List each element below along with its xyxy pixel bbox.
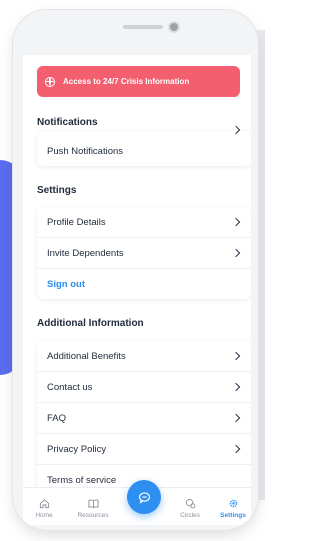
profile-details-item[interactable]: Profile Details bbox=[37, 207, 251, 238]
chevron-right-icon bbox=[231, 413, 241, 423]
tab-resources-label: Resources bbox=[77, 512, 109, 519]
contact-us-label: Contact us bbox=[47, 381, 93, 393]
additional-benefits-item[interactable]: Additional Benefits bbox=[37, 341, 251, 372]
profile-details-label: Profile Details bbox=[47, 216, 106, 228]
tab-resources[interactable]: Resources bbox=[73, 498, 113, 519]
tab-settings-label: Settings bbox=[220, 512, 246, 519]
chevron-right-icon[interactable] bbox=[231, 125, 241, 135]
notifications-card: Push Notifications bbox=[37, 125, 251, 166]
chevron-right-icon bbox=[231, 351, 241, 361]
circles-icon bbox=[185, 498, 195, 509]
chevron-right-icon bbox=[231, 248, 241, 258]
speaker-grille bbox=[123, 25, 163, 29]
chat-button[interactable] bbox=[127, 480, 161, 514]
chevron-right-icon bbox=[231, 217, 241, 227]
gear-icon bbox=[229, 499, 237, 508]
tab-home[interactable]: Home bbox=[31, 498, 57, 519]
invite-dependents-label: Invite Dependents bbox=[47, 247, 124, 259]
privacy-policy-item[interactable]: Privacy Policy bbox=[37, 434, 251, 465]
terms-of-service-label: Terms of service bbox=[47, 474, 117, 486]
tab-home-label: Home bbox=[35, 512, 53, 519]
sign-out-link[interactable]: Sign out bbox=[37, 269, 251, 299]
privacy-policy-label: Privacy Policy bbox=[47, 443, 107, 455]
settings-heading: Settings bbox=[37, 185, 77, 196]
chevron-right-icon bbox=[231, 444, 241, 454]
crisis-info-banner[interactable]: Access to 24/7 Crisis Information bbox=[37, 66, 240, 97]
notifications-heading: Notifications bbox=[37, 117, 98, 128]
book-icon bbox=[87, 499, 99, 509]
phone-frame: Access to 24/7 Crisis Information Notifi… bbox=[13, 10, 258, 530]
additional-info-card: Additional Benefits Contact us FAQ Priva… bbox=[37, 341, 251, 495]
settings-card: Profile Details Invite Dependents Sign o… bbox=[37, 207, 251, 299]
push-notifications-label: Push Notifications bbox=[47, 145, 124, 157]
faq-item[interactable]: FAQ bbox=[37, 403, 251, 434]
phone-top-bezel bbox=[13, 10, 258, 56]
additional-benefits-label: Additional Benefits bbox=[47, 350, 126, 362]
settings-screen: Access to 24/7 Crisis Information Notifi… bbox=[23, 55, 251, 525]
sign-out-label: Sign out bbox=[47, 278, 85, 290]
crisis-info-label: Access to 24/7 Crisis Information bbox=[63, 77, 190, 86]
globe-icon bbox=[45, 76, 55, 87]
front-camera bbox=[170, 23, 178, 31]
contact-us-item[interactable]: Contact us bbox=[37, 372, 251, 403]
invite-dependents-item[interactable]: Invite Dependents bbox=[37, 238, 251, 269]
chevron-right-icon bbox=[231, 382, 241, 392]
chat-icon bbox=[138, 491, 150, 504]
tab-settings[interactable]: Settings bbox=[217, 498, 249, 519]
additional-info-heading: Additional Information bbox=[37, 318, 144, 329]
push-notifications-item[interactable]: Push Notifications bbox=[37, 136, 251, 166]
home-icon bbox=[39, 499, 49, 509]
tab-circles[interactable]: Circles bbox=[175, 498, 205, 519]
faq-label: FAQ bbox=[47, 412, 67, 424]
tab-circles-label: Circles bbox=[180, 512, 200, 519]
